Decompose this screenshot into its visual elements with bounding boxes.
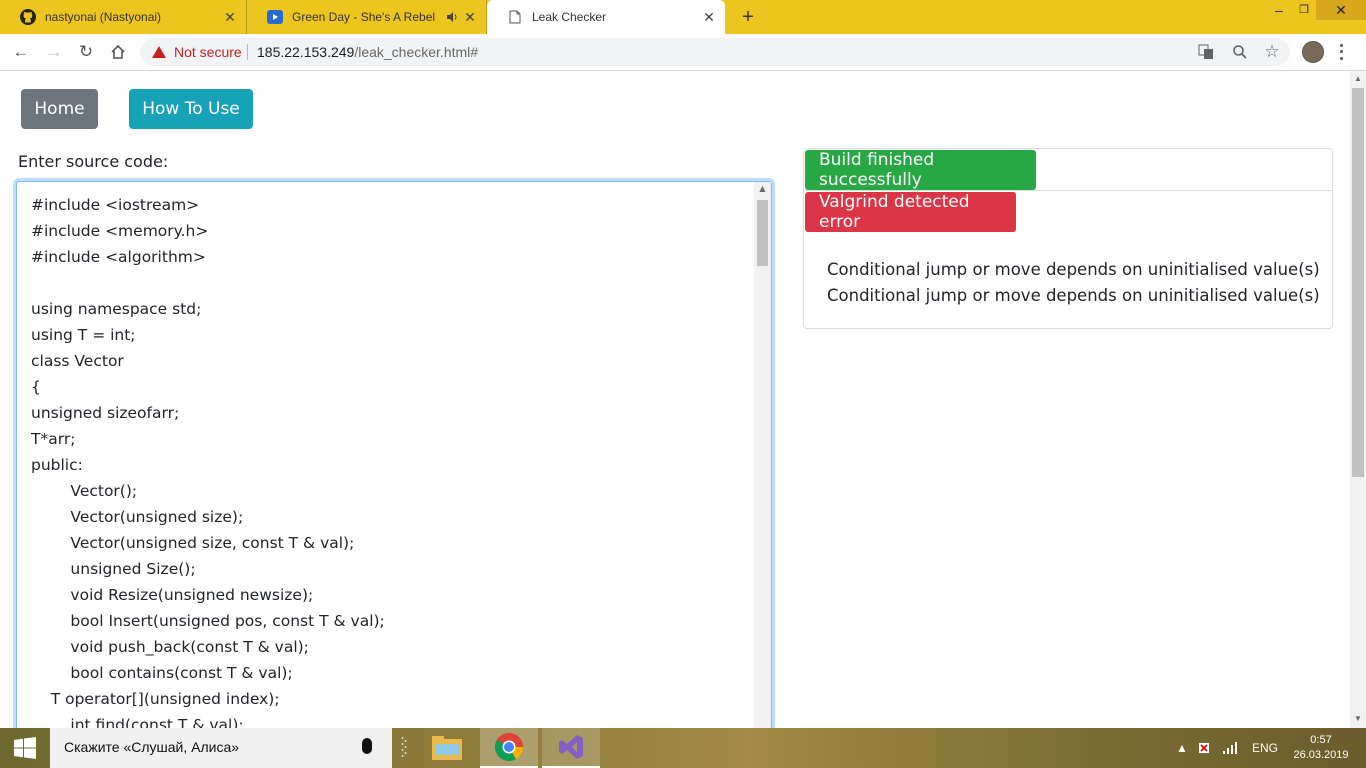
scroll-down-arrow-icon[interactable]: ▼ [1350,712,1366,726]
tab-leak-checker[interactable]: Leak Checker ✕ [487,0,725,34]
back-button[interactable]: ← [10,41,32,63]
browser-tab-bar: nastyonai (Nastyonai) ✕ Green Day - She'… [0,0,1366,34]
scroll-up-arrow-icon[interactable]: ▲ [757,184,768,196]
valgrind-status-badge: Valgrind detected error [805,192,1016,232]
url-host: 185.22.153.249 [257,44,355,60]
chrome-app-icon[interactable] [480,728,538,768]
home-icon [111,44,125,59]
tab-github[interactable]: nastyonai (Nastyonai) ✕ [0,0,247,34]
source-code-text[interactable]: #include <iostream> #include <memory.h> … [31,192,385,728]
browser-menu-icon[interactable] [1336,42,1346,62]
show-hidden-icons-icon[interactable]: ▲ [1176,728,1188,768]
result-panel: Build finished successfully Valgrind det… [803,148,1333,329]
arrow-right-icon: → [45,42,63,61]
profile-avatar[interactable] [1302,41,1324,63]
speaker-icon[interactable] [444,9,460,25]
close-tab-icon[interactable]: ✕ [222,9,238,25]
restore-window-button[interactable]: ❐ [1291,0,1317,20]
arrow-left-icon: ← [12,42,30,61]
warning-icon [152,46,166,58]
microphone-icon[interactable] [362,738,372,754]
new-tab-button[interactable]: + [738,7,758,27]
visual-studio-icon[interactable] [542,728,600,768]
network-status-icon[interactable] [1198,728,1216,768]
address-bar[interactable]: Not secure 185.22.153.249/leak_checker.h… [140,38,1290,66]
url-path: /leak_checker.html# [354,44,479,60]
windows-logo-icon [14,737,36,759]
taskbar-clock[interactable]: 0:57 26.03.2019 [1290,733,1352,763]
start-button[interactable] [0,728,50,768]
close-icon: ✕ [1335,2,1347,18]
valgrind-message: Conditional jump or move depends on unin… [827,260,1320,279]
build-status-badge: Build finished successfully [805,150,1036,190]
tab-title: nastyonai (Nastyonai) [45,10,162,24]
tab-title: Leak Checker [532,10,607,24]
valgrind-message: Conditional jump or move depends on unin… [827,286,1320,305]
home-button[interactable]: Home [21,89,98,129]
forward-button[interactable]: → [43,41,65,63]
how-to-use-button[interactable]: How To Use [129,89,253,129]
close-tab-icon[interactable]: ✕ [462,9,478,25]
url-text[interactable]: 185.22.153.249/leak_checker.html# [257,44,478,60]
valgrind-messages: Conditional jump or move depends on unin… [827,257,1320,309]
result-divider [804,190,1332,191]
page-scroll-thumb[interactable] [1352,88,1364,477]
scroll-up-arrow-icon[interactable]: ▲ [1350,72,1366,86]
language-indicator[interactable]: ENG [1252,728,1278,768]
taskbar-grip [395,728,413,768]
close-tab-icon[interactable]: ✕ [701,9,717,25]
minimize-window-button[interactable]: – [1266,0,1292,20]
clock-time: 0:57 [1310,734,1332,746]
clock-date: 26.03.2019 [1293,749,1349,761]
zoom-icon[interactable] [1230,42,1250,62]
editor-scroll-thumb[interactable] [757,200,768,266]
taskbar-search-box[interactable]: Скажите «Слушай, Алиса» [50,728,392,768]
reload-button[interactable]: ↻ [75,41,97,63]
security-label: Not secure [174,44,242,60]
browser-toolbar: ← → ↻ Not secure 185.22.153.249/leak_che… [0,34,1366,71]
source-code-textarea[interactable]: #include <iostream> #include <memory.h> … [16,181,772,728]
page-icon [507,9,523,25]
windows-taskbar: Скажите «Слушай, Алиса» ▲ ENG 0:57 26.03… [0,728,1366,768]
file-explorer-icon[interactable] [418,728,476,768]
tab-title: Green Day - She's A Rebel [292,10,436,24]
github-icon [20,9,36,25]
signal-bars-icon[interactable] [1222,728,1240,768]
url-separator [247,44,248,60]
page-content: Home How To Use Enter source code: #incl… [0,71,1350,728]
reload-icon: ↻ [78,42,94,61]
close-window-button[interactable]: ✕ [1316,0,1366,20]
search-placeholder: Скажите «Слушай, Алиса» [64,739,240,755]
security-indicator[interactable]: Not secure [152,44,242,60]
translate-icon[interactable] [1196,42,1216,62]
bookmark-star-icon[interactable]: ☆ [1262,42,1282,62]
youtube-icon [267,9,283,25]
source-code-label: Enter source code: [18,152,169,171]
tab-youtube[interactable]: Green Day - She's A Rebel ✕ [247,0,487,34]
home-browser-button[interactable] [107,41,129,63]
